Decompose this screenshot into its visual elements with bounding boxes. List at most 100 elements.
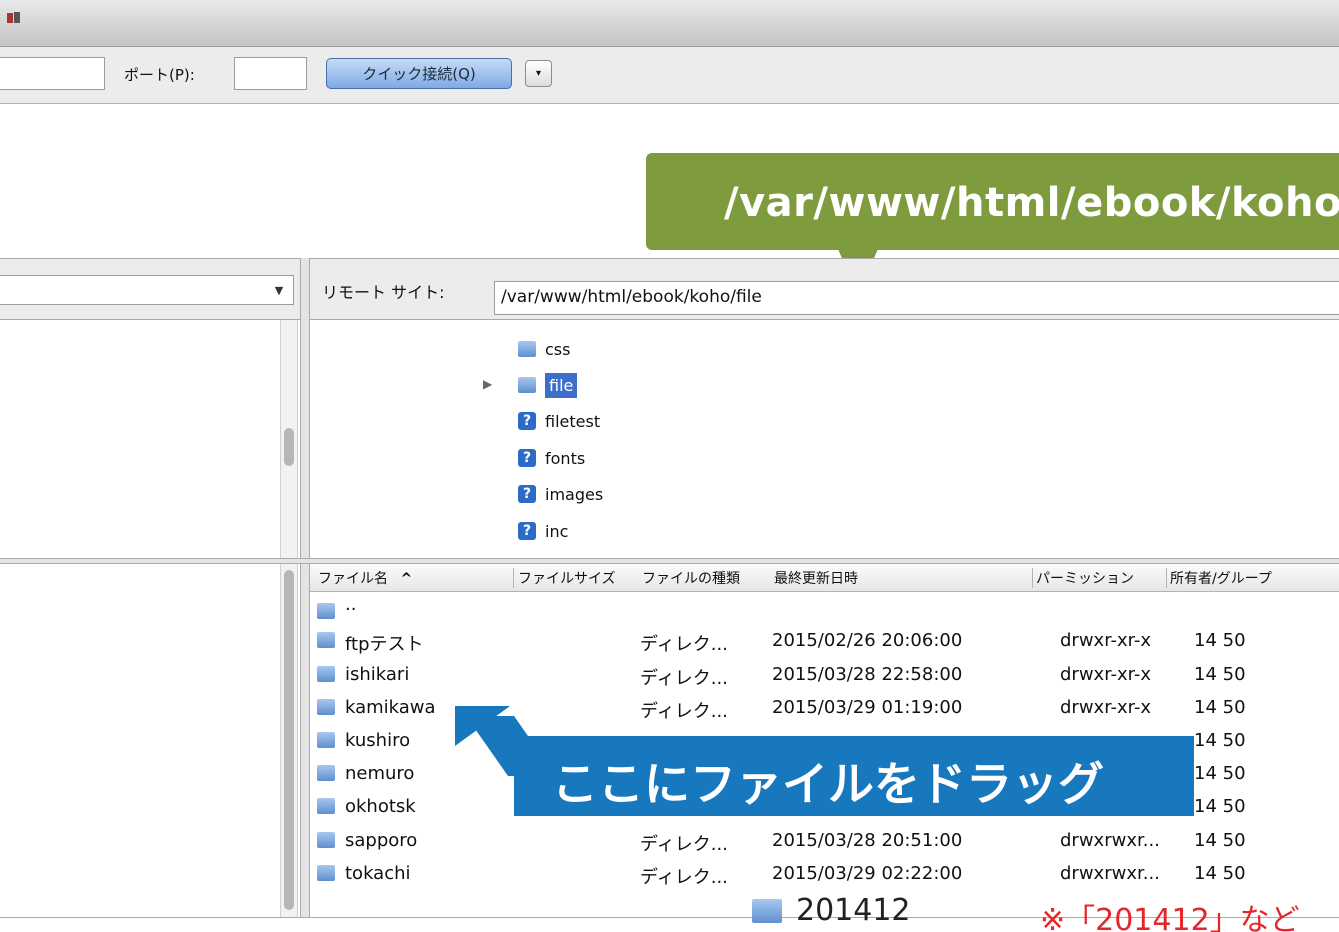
column-divider[interactable] [1166, 568, 1167, 588]
remote-tree: css ▶ file ? filetest ? fonts ? images ?… [310, 320, 1339, 558]
file-permission: drwxr-xr-x [1060, 697, 1151, 718]
quickconnect-button[interactable]: クイック接続(Q) [326, 58, 512, 89]
file-modified: 2015/02/26 20:06:00 [772, 630, 963, 651]
file-type: ディレク... [640, 867, 728, 888]
file-name: okhotsk [345, 796, 416, 817]
unknown-folder-icon: ? [518, 485, 536, 503]
sort-ascending-icon: ^ [400, 571, 413, 587]
port-label: ポート(P): [124, 66, 195, 84]
expand-arrow-icon[interactable]: ▶ [483, 377, 492, 391]
file-owner: 14 50 [1194, 697, 1246, 718]
local-tree-scrollbar[interactable] [280, 320, 298, 558]
file-type: ディレク... [640, 668, 728, 689]
port-input[interactable] [234, 57, 307, 90]
tree-item-label: filetest [545, 411, 601, 431]
file-name: tokachi [345, 863, 411, 884]
table-row[interactable]: tokachi ディレク... 2015/03/29 02:22:00 drwx… [310, 858, 1339, 891]
folder-icon [752, 899, 782, 923]
file-name: .. [345, 594, 357, 615]
file-list-header: ファイル名 ^ ファイルサイズ ファイルの種類 最終更新日時 パーミッション 所… [310, 564, 1339, 592]
folder-icon [317, 603, 335, 619]
file-modified: 2015/03/28 20:51:00 [772, 830, 963, 851]
remote-site-label: リモート サイト: [322, 283, 445, 302]
file-type: ディレク... [640, 834, 728, 855]
drag-callout: ここにファイルをドラッグ [514, 736, 1194, 816]
table-row[interactable]: sapporo ディレク... 2015/03/28 20:51:00 drwx… [310, 825, 1339, 858]
caption-folder-name: 201412 [796, 893, 911, 928]
tree-item-fonts[interactable]: ? fonts [518, 443, 585, 473]
col-permission[interactable]: パーミッション [1036, 568, 1164, 588]
local-tree [0, 320, 300, 558]
file-owner: 14 50 [1194, 763, 1246, 784]
folder-icon [317, 865, 335, 881]
file-permission: drwxrwxr... [1060, 863, 1160, 884]
col-filetype[interactable]: ファイルの種類 [642, 568, 770, 588]
tree-item-file[interactable]: file [518, 370, 578, 400]
col-filename[interactable]: ファイル名 ^ [318, 568, 412, 588]
title-bar [0, 0, 1339, 47]
tree-item-label: images [545, 484, 604, 504]
local-site-header: ▼ [0, 258, 300, 320]
host-input[interactable] [0, 57, 105, 90]
folder-icon [317, 832, 335, 848]
remote-path-input[interactable]: /var/www/html/ebook/koho/file [494, 281, 1339, 315]
file-owner: 14 50 [1194, 664, 1246, 685]
col-filesize[interactable]: ファイルサイズ [518, 568, 640, 588]
unknown-folder-icon: ? [518, 522, 536, 540]
folder-icon [317, 732, 335, 748]
drag-callout-text: ここにファイルをドラッグ [552, 757, 1104, 811]
local-path-combo[interactable]: ▼ [0, 275, 294, 305]
file-permission: drwxr-xr-x [1060, 630, 1151, 651]
scrollbar-thumb[interactable] [284, 428, 294, 466]
chevron-down-icon: ▾ [535, 68, 542, 79]
file-name: kushiro [345, 730, 411, 751]
scrollbar-thumb[interactable] [284, 570, 294, 910]
table-row[interactable]: .. [310, 594, 1339, 627]
file-owner: 14 50 [1194, 796, 1246, 817]
file-name: ishikari [345, 664, 410, 685]
app-icon [7, 12, 20, 23]
remote-site-header: リモート サイト: /var/www/html/ebook/koho/file [310, 258, 1339, 320]
tree-item-label: fonts [545, 448, 586, 468]
local-file-list [0, 564, 300, 918]
unknown-folder-icon: ? [518, 412, 536, 430]
file-name: nemuro [345, 763, 415, 784]
vertical-splitter[interactable] [300, 258, 310, 918]
file-owner: 14 50 [1194, 730, 1246, 751]
caption-note: ※「201412」など [1040, 903, 1300, 932]
folder-icon [317, 798, 335, 814]
file-permission: drwxr-xr-x [1060, 664, 1151, 685]
file-name: sapporo [345, 830, 418, 851]
table-row[interactable]: ftpテスト ディレク... 2015/02/26 20:06:00 drwxr… [310, 625, 1339, 658]
file-owner: 14 50 [1194, 630, 1246, 651]
file-owner: 14 50 [1194, 863, 1246, 884]
tree-item-label-selected: file [545, 372, 578, 398]
folder-icon [317, 699, 335, 715]
file-type: ディレク... [640, 701, 728, 722]
col-modified[interactable]: 最終更新日時 [774, 568, 858, 588]
folder-open-icon [518, 377, 536, 393]
quickconnect-dropdown-button[interactable]: ▾ [525, 60, 552, 87]
column-divider[interactable] [513, 568, 514, 588]
tree-item-label: css [545, 339, 571, 359]
file-permission: drwxrwxr... [1060, 830, 1160, 851]
local-list-scrollbar[interactable] [280, 564, 298, 918]
tree-item-filetest[interactable]: ? filetest [518, 406, 600, 436]
file-type: ディレク... [640, 634, 728, 655]
tree-item-css[interactable]: css [518, 334, 570, 364]
column-divider[interactable] [1032, 568, 1033, 588]
folder-icon [518, 341, 536, 357]
tree-item-images[interactable]: ? images [518, 479, 603, 509]
table-row[interactable]: ishikari ディレク... 2015/03/28 22:58:00 drw… [310, 659, 1339, 692]
path-callout: /var/www/html/ebook/koho/ [646, 153, 1339, 250]
path-callout-text: /var/www/html/ebook/koho/ [724, 180, 1339, 226]
unknown-folder-icon: ? [518, 449, 536, 467]
file-name: ftpテスト [345, 634, 424, 655]
file-modified: 2015/03/29 01:19:00 [772, 697, 963, 718]
tree-item-label: inc [545, 521, 569, 541]
col-owner[interactable]: 所有者/グループ [1170, 568, 1330, 588]
file-name: kamikawa [345, 697, 436, 718]
tree-item-inc[interactable]: ? inc [518, 516, 568, 546]
chevron-down-icon[interactable]: ▼ [269, 280, 289, 300]
folder-icon [317, 666, 335, 682]
